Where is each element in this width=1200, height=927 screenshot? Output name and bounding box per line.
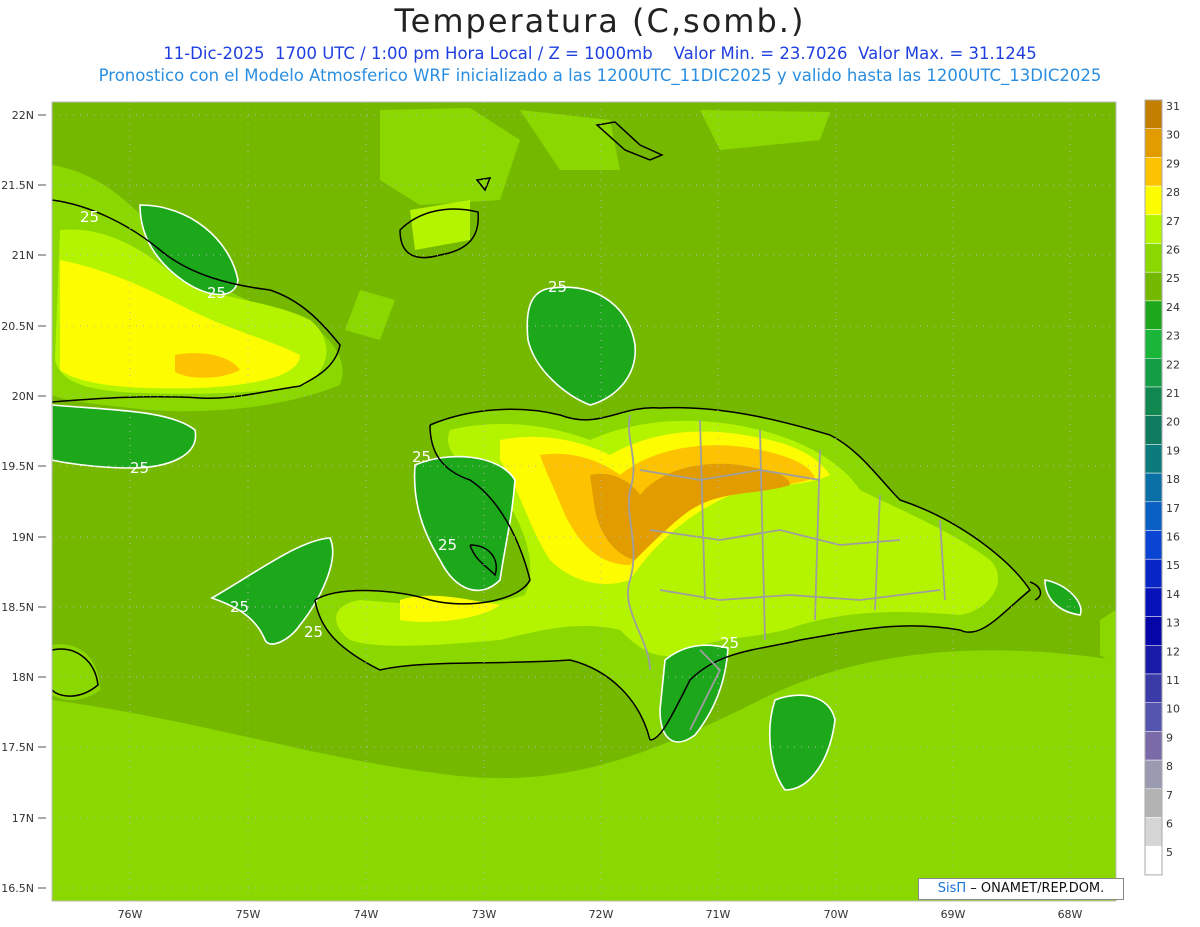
- colorbar-swatch: [1144, 300, 1163, 330]
- colorbar-swatch: [1144, 99, 1163, 129]
- colorbar-label: 9: [1166, 731, 1173, 744]
- colorbar-label: 21: [1166, 387, 1180, 400]
- colorbar-swatch: [1144, 128, 1163, 158]
- colorbar-label: 29: [1166, 157, 1180, 170]
- colorbar-label: 17: [1166, 502, 1180, 515]
- colorbar-swatch: [1144, 587, 1163, 617]
- lon-label: 74W: [354, 908, 379, 921]
- colorbar-swatch: [1144, 214, 1163, 244]
- colorbar-swatch: [1144, 673, 1163, 703]
- lat-label: 18N: [12, 671, 34, 684]
- colorbar-swatch: [1144, 788, 1163, 818]
- lat-label: 20N: [12, 390, 34, 403]
- colorbar-swatch: [1144, 731, 1163, 761]
- colorbar-label: 19: [1166, 444, 1180, 457]
- colorbar-swatch: [1144, 817, 1163, 847]
- credit-box: SisΠ – ONAMET/REP.DOM.: [918, 878, 1124, 900]
- lon-label: 73W: [472, 908, 497, 921]
- colorbar-label: 31: [1166, 100, 1180, 113]
- lat-label: 19.5N: [1, 460, 34, 473]
- lat-label: 19N: [12, 531, 34, 544]
- colorbar-swatch: [1144, 530, 1163, 560]
- credit-org: – ONAMET/REP.DOM.: [970, 881, 1105, 896]
- colorbar-label: 15: [1166, 559, 1180, 572]
- colorbar-label: 22: [1166, 358, 1180, 371]
- lat-label: 17.5N: [1, 741, 34, 754]
- colorbar-swatch: [1144, 472, 1163, 503]
- colorbar-label: 13: [1166, 617, 1180, 630]
- colorbar-label: 27: [1166, 215, 1180, 228]
- lat-axis: 22N 21.5N 21N 20.5N 20N 19.5N 19N 18.5N …: [1, 109, 34, 895]
- lon-label: 75W: [236, 908, 261, 921]
- colorbar-label: 28: [1166, 186, 1180, 199]
- lon-label: 76W: [118, 908, 143, 921]
- contour-label: 25: [304, 623, 323, 641]
- lon-axis: 76W 75W 74W 73W 72W 71W 70W 69W 68W: [118, 908, 1083, 921]
- colorbar-label: 25: [1166, 272, 1180, 285]
- lat-label: 22N: [12, 109, 34, 122]
- colorbar-swatch: [1144, 759, 1163, 790]
- contour-label: 25: [130, 459, 149, 477]
- colorbar-label: 23: [1166, 330, 1180, 343]
- contour-label: 25: [412, 448, 431, 466]
- colorbar-swatch: [1144, 558, 1163, 589]
- colorbar-swatch: [1144, 185, 1163, 216]
- colorbar-swatch: [1144, 271, 1163, 302]
- colorbar-label: 20: [1166, 416, 1180, 429]
- contour-label: 25: [720, 634, 739, 652]
- colorbar-swatch: [1144, 645, 1163, 675]
- lon-label: 72W: [589, 908, 614, 921]
- colorbar-swatch: [1144, 386, 1163, 416]
- colorbar-label: 16: [1166, 531, 1180, 544]
- colorbar-swatch: [1144, 157, 1163, 187]
- contour-label: 25: [207, 284, 226, 302]
- forecast-map: 25 25 25 25 25 25 25 25 25 22N 21.5N 21N…: [1, 99, 1180, 921]
- colorbar-swatch: [1144, 702, 1163, 732]
- contour-label: 25: [438, 536, 457, 554]
- colorbar-label: 26: [1166, 244, 1180, 257]
- colorbar-label: 30: [1166, 129, 1180, 142]
- colorbar-label: 5: [1166, 846, 1173, 859]
- lat-label: 20.5N: [1, 320, 34, 333]
- colorbar-swatch: [1144, 845, 1163, 876]
- colorbar-swatch: [1144, 243, 1163, 273]
- lat-label: 18.5N: [1, 601, 34, 614]
- lat-label: 21N: [12, 249, 34, 262]
- map-panel: 25 25 25 25 25 25 25 25 25: [51, 102, 1116, 901]
- lat-label: 17N: [12, 812, 34, 825]
- colorbar-swatch: [1144, 415, 1163, 445]
- colorbar: 31 30 29 28 27 26 25 24 23 22 21 20 19 18 17 16 15 14 13 12…: [1144, 99, 1180, 876]
- colorbar-label: 24: [1166, 301, 1180, 314]
- lon-label: 69W: [941, 908, 966, 921]
- contour-label: 25: [80, 208, 99, 226]
- lat-label: 16.5N: [1, 882, 34, 895]
- colorbar-swatch: [1144, 444, 1163, 474]
- colorbar-label: 12: [1166, 645, 1180, 658]
- colorbar-swatch: [1144, 616, 1163, 646]
- lon-label: 70W: [824, 908, 849, 921]
- colorbar-swatch: [1144, 358, 1163, 388]
- contour-label: 25: [230, 598, 249, 616]
- colorbar-label: 11: [1166, 674, 1180, 687]
- colorbar-label: 10: [1166, 703, 1180, 716]
- lat-ticks: [38, 114, 46, 889]
- lon-label: 68W: [1058, 908, 1083, 921]
- lon-label: 71W: [706, 908, 731, 921]
- contour-label: 25: [548, 278, 567, 296]
- colorbar-label: 14: [1166, 588, 1180, 601]
- colorbar-swatch: [1144, 329, 1163, 359]
- colorbar-label: 6: [1166, 818, 1173, 831]
- colorbar-label: 7: [1166, 789, 1173, 802]
- sispi-logo-text: SisΠ: [937, 881, 967, 896]
- colorbar-label: 18: [1166, 473, 1180, 486]
- lat-label: 21.5N: [1, 179, 34, 192]
- colorbar-swatch: [1144, 501, 1163, 531]
- colorbar-label: 8: [1166, 760, 1173, 773]
